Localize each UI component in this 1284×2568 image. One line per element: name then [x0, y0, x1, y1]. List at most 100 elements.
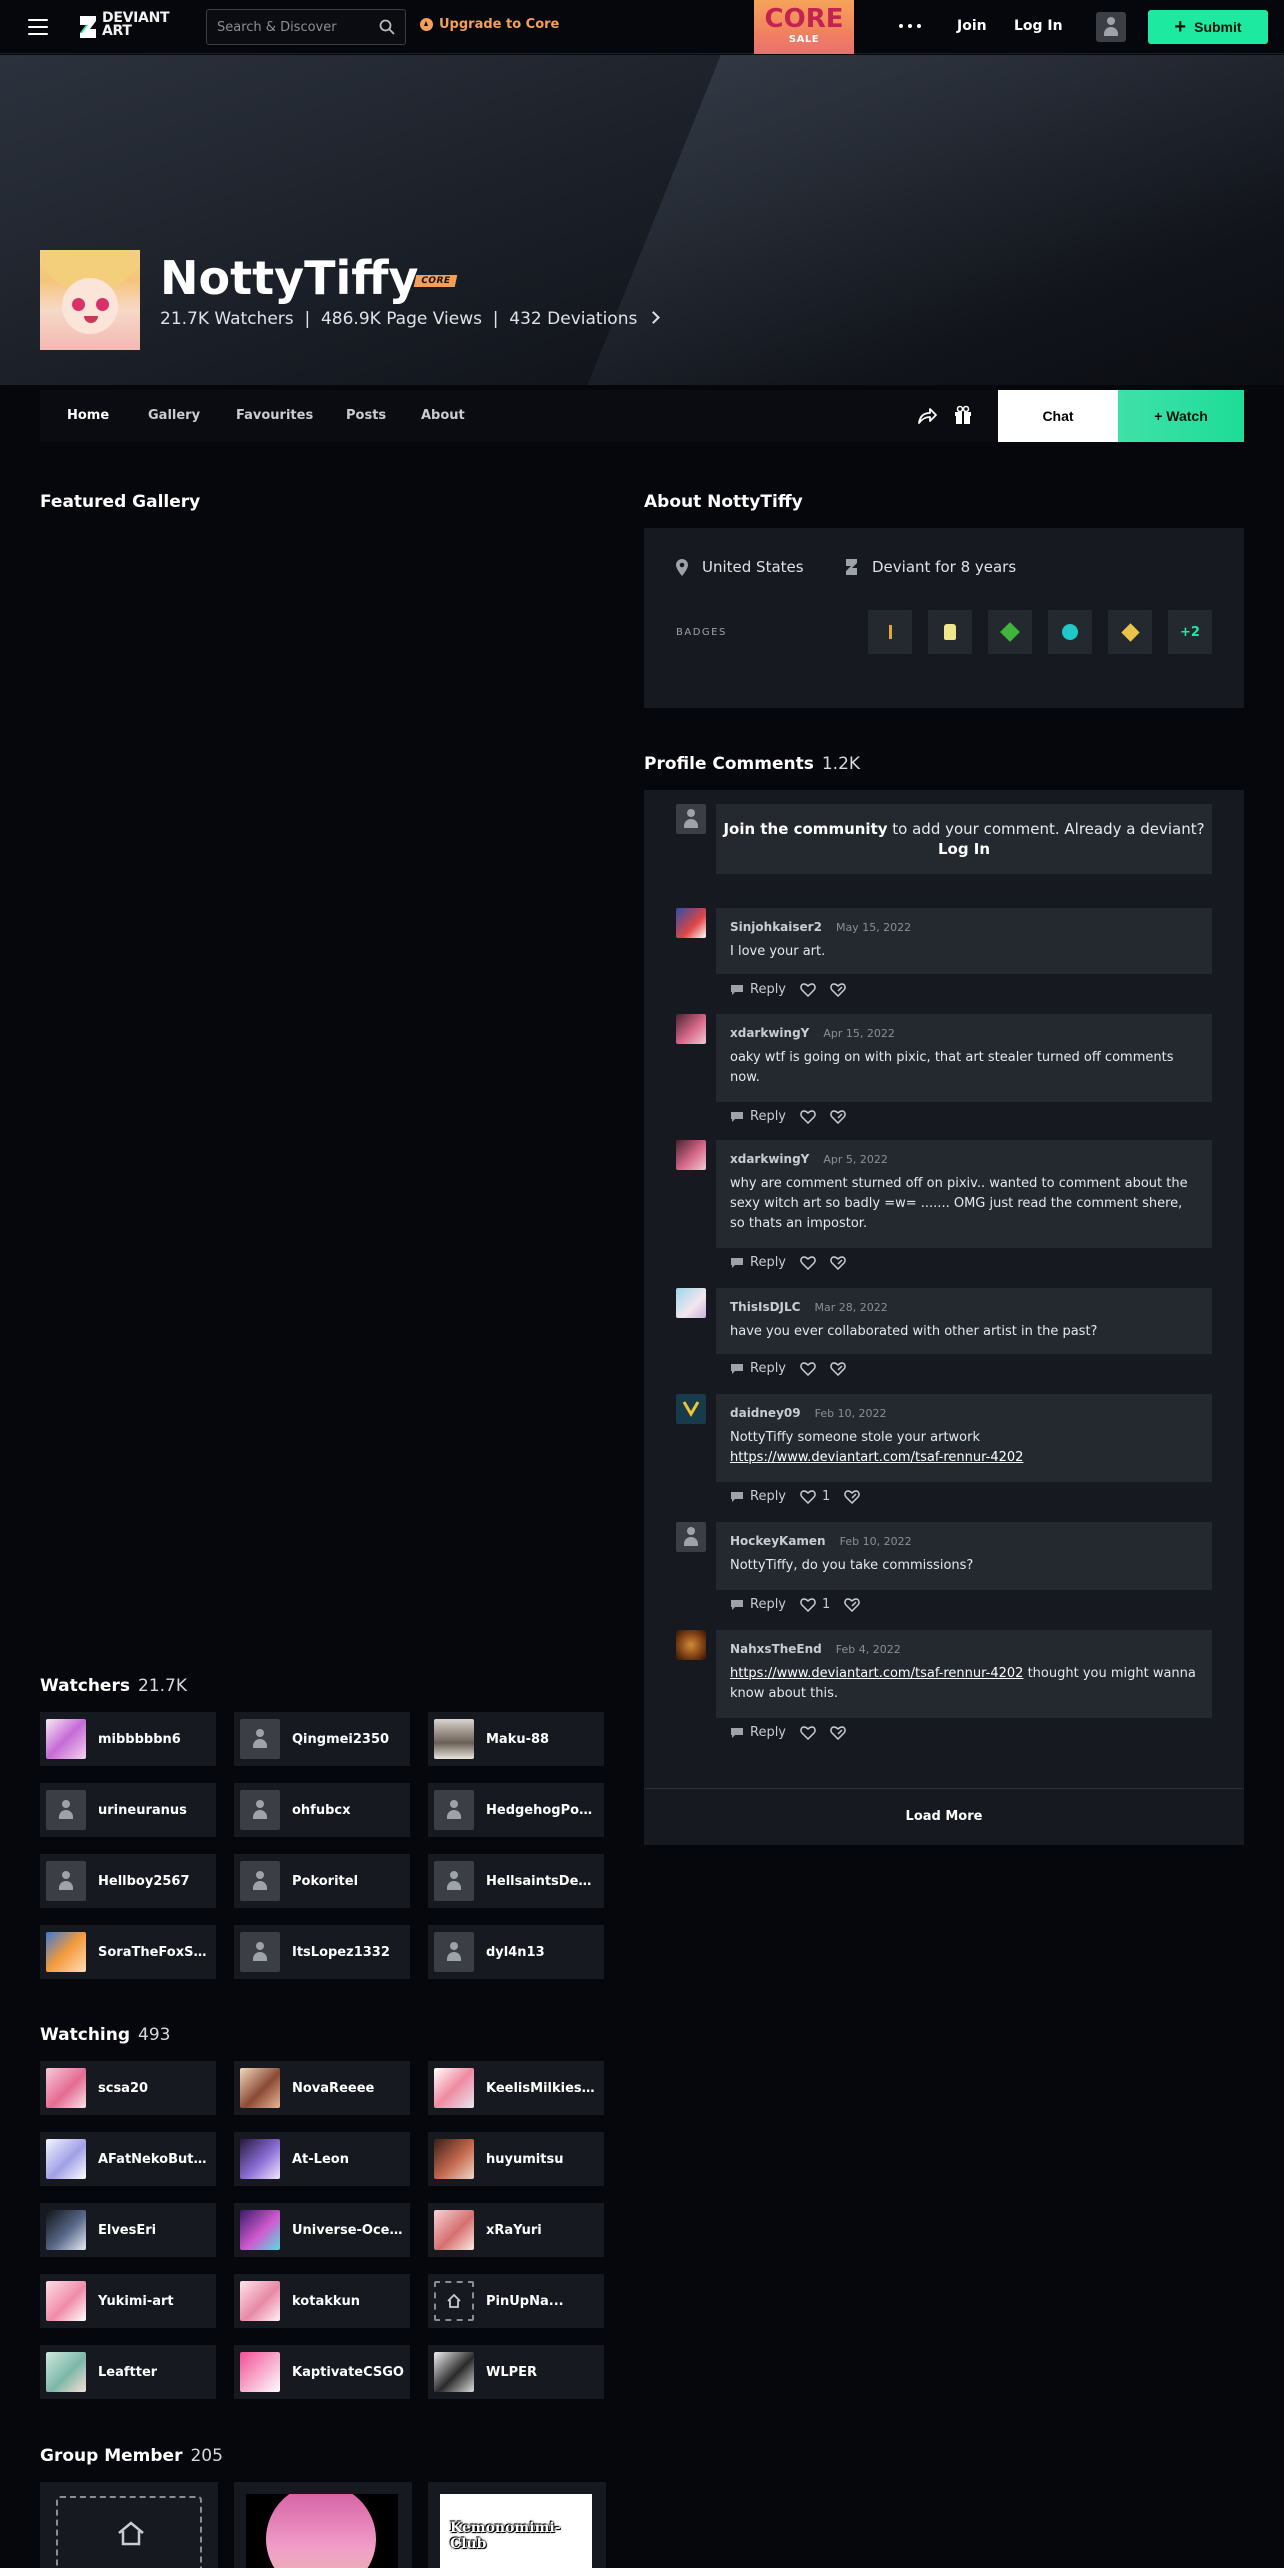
upgrade-to-core-link[interactable]: Upgrade to Core	[420, 17, 559, 32]
comment-author[interactable]: HockeyKamen	[730, 1534, 826, 1548]
reply-button[interactable]: Reply	[730, 1109, 786, 1124]
comment-avatar[interactable]	[676, 1014, 706, 1044]
like-button[interactable]: 1	[800, 1597, 830, 1612]
reply-button[interactable]: Reply	[730, 1489, 786, 1504]
user-card[interactable]: ohfubcx	[234, 1783, 410, 1837]
user-card[interactable]: Maku-88	[428, 1712, 604, 1766]
comment-avatar[interactable]	[676, 1394, 706, 1424]
user-card[interactable]: Leaftter	[40, 2345, 216, 2399]
heart-reaction-icon[interactable]	[830, 982, 846, 997]
heart-reaction-icon[interactable]	[844, 1489, 861, 1504]
deviantart-logo[interactable]: DEVIANT ART	[78, 11, 178, 42]
profile-avatar[interactable]	[40, 250, 140, 350]
like-icon[interactable]	[800, 1255, 816, 1270]
user-card[interactable]: KeelisMilkies344	[428, 2061, 604, 2115]
tab-gallery[interactable]: Gallery	[148, 408, 200, 423]
heart-reaction-icon[interactable]	[830, 1725, 846, 1740]
user-card[interactable]: mibbbbbn6	[40, 1712, 216, 1766]
comment-author[interactable]: xdarkwingY	[730, 1026, 809, 1040]
search-icon[interactable]	[379, 19, 395, 35]
comment-author[interactable]: xdarkwingY	[730, 1152, 809, 1166]
tab-about[interactable]: About	[421, 408, 465, 423]
menu-icon[interactable]	[28, 19, 48, 35]
more-options-icon[interactable]	[899, 24, 921, 30]
user-card[interactable]: NovaReeee	[234, 2061, 410, 2115]
user-card[interactable]: At-Leon	[234, 2132, 410, 2186]
chat-button[interactable]: Chat	[998, 390, 1118, 442]
user-card[interactable]: urineuranus	[40, 1783, 216, 1837]
comment-avatar[interactable]	[676, 908, 706, 938]
tab-posts[interactable]: Posts	[346, 408, 386, 423]
reply-button[interactable]: Reply	[730, 1597, 786, 1612]
reply-button[interactable]: Reply	[730, 1725, 786, 1740]
search-input[interactable]	[207, 10, 367, 44]
badge-emerald-icon[interactable]	[988, 610, 1032, 654]
user-card[interactable]: HedgehogPowe...	[428, 1783, 604, 1837]
join-link[interactable]: Join	[957, 18, 987, 34]
user-card[interactable]: Pokoritel	[234, 1854, 410, 1908]
comment-avatar[interactable]	[676, 1288, 706, 1318]
heart-reaction-icon[interactable]	[830, 1109, 846, 1124]
load-more-button[interactable]: Load More	[644, 1788, 1244, 1844]
heart-reaction-icon[interactable]	[830, 1361, 846, 1376]
group-card[interactable]	[40, 2482, 218, 2568]
like-button[interactable]: 1	[800, 1489, 830, 1504]
login-link[interactable]: Log In	[1014, 18, 1063, 34]
join-community-link[interactable]: Join the community	[723, 820, 887, 838]
tab-favourites[interactable]: Favourites	[236, 408, 313, 423]
watch-button[interactable]: + Watch	[1118, 390, 1244, 442]
comment-author[interactable]: Sinjohkaiser2	[730, 920, 822, 934]
comment-link[interactable]: https://www.deviantart.com/tsaf-rennur-4…	[730, 1450, 1023, 1465]
badge-llama-icon[interactable]	[868, 610, 912, 654]
user-card[interactable]: Universe-Ocea...	[234, 2203, 410, 2257]
comment-avatar[interactable]	[676, 1140, 706, 1170]
badges-more[interactable]: +2	[1168, 610, 1212, 654]
share-icon[interactable]	[916, 405, 938, 427]
badge-bottle-icon[interactable]	[928, 610, 972, 654]
user-card[interactable]: SoraTheFoxSav...	[40, 1925, 216, 1979]
user-card[interactable]: Hellboy2567	[40, 1854, 216, 1908]
profile-stats[interactable]: 21.7K Watchers | 486.9K Page Views | 432…	[160, 309, 661, 329]
comment-link[interactable]: https://www.deviantart.com/tsaf-rennur-4…	[730, 1666, 1023, 1681]
comment-author[interactable]: daidney09	[730, 1406, 801, 1420]
comment-avatar[interactable]	[676, 1522, 706, 1552]
tab-home[interactable]: Home	[67, 408, 109, 423]
user-avatar[interactable]	[1096, 12, 1126, 42]
user-card[interactable]: AFatNekoButt...	[40, 2132, 216, 2186]
user-card[interactable]: HellsaintsDeba...	[428, 1854, 604, 1908]
comments-panel: Join the community to add your comment. …	[644, 790, 1244, 1845]
group-card[interactable]: Kemonomimi-Club	[428, 2482, 606, 2568]
core-sale-promo[interactable]: CORE SALE	[754, 0, 854, 54]
user-card[interactable]: ElvesEri	[40, 2203, 216, 2257]
user-card[interactable]: Yukimi-art	[40, 2274, 216, 2328]
badge-star-icon[interactable]	[1108, 610, 1152, 654]
gift-icon[interactable]	[953, 405, 973, 425]
like-icon[interactable]	[800, 982, 816, 997]
comment-avatar[interactable]	[676, 1630, 706, 1660]
like-icon[interactable]	[800, 1725, 816, 1740]
like-count: 1	[822, 1597, 831, 1612]
user-card[interactable]: KaptivateCSGO	[234, 2345, 410, 2399]
user-card[interactable]: kotakkun	[234, 2274, 410, 2328]
user-card[interactable]: dyl4n13	[428, 1925, 604, 1979]
heart-reaction-icon[interactable]	[830, 1255, 846, 1270]
badge-gem-icon[interactable]	[1048, 610, 1092, 654]
user-card[interactable]: ItsLopez1332	[234, 1925, 410, 1979]
heart-reaction-icon[interactable]	[844, 1597, 861, 1612]
like-icon[interactable]	[800, 1361, 816, 1376]
reply-button[interactable]: Reply	[730, 982, 786, 997]
group-card[interactable]	[234, 2482, 412, 2568]
submit-button[interactable]: + Submit	[1148, 10, 1268, 44]
comment-author[interactable]: ThisIsDJLC	[730, 1300, 800, 1314]
user-card[interactable]: PinUpNa...	[428, 2274, 604, 2328]
user-card[interactable]: huyumitsu	[428, 2132, 604, 2186]
user-card[interactable]: WLPER	[428, 2345, 604, 2399]
reply-button[interactable]: Reply	[730, 1361, 786, 1376]
like-icon[interactable]	[800, 1109, 816, 1124]
comment-author[interactable]: NahxsTheEnd	[730, 1642, 822, 1656]
user-card[interactable]: xRaYuri	[428, 2203, 604, 2257]
comment-login-link[interactable]: Log In	[938, 840, 990, 858]
reply-button[interactable]: Reply	[730, 1255, 786, 1270]
user-card[interactable]: Qingmei2350	[234, 1712, 410, 1766]
user-card[interactable]: scsa20	[40, 2061, 216, 2115]
